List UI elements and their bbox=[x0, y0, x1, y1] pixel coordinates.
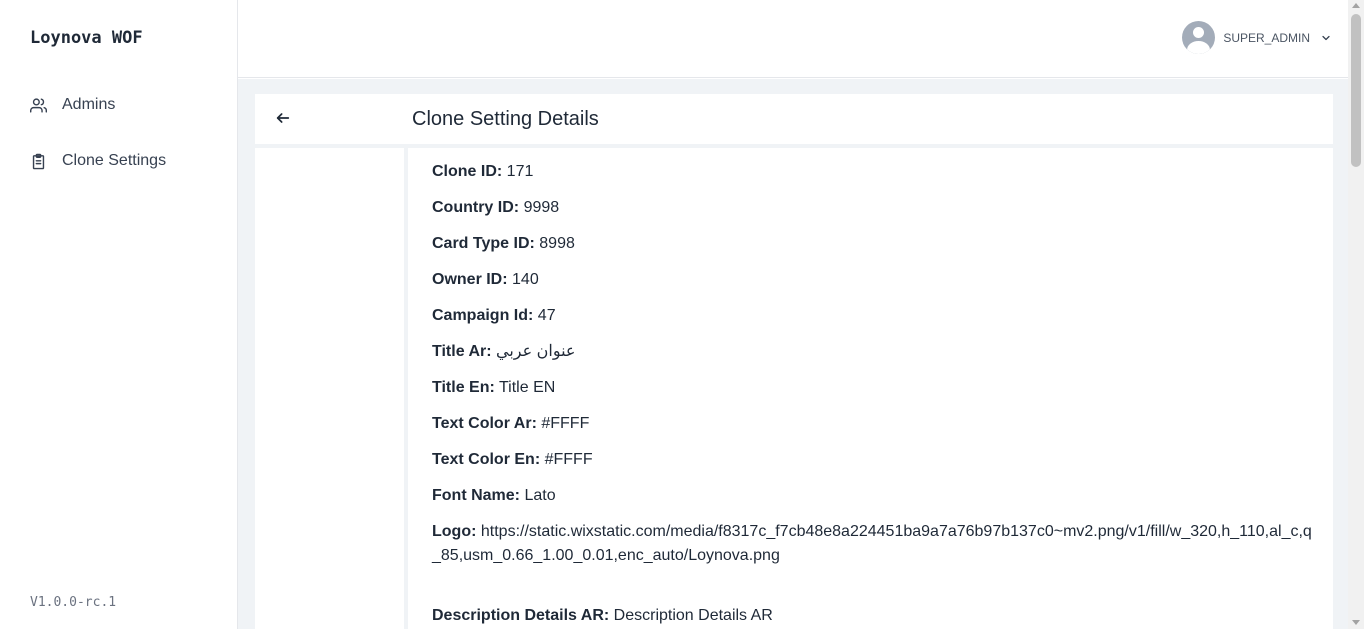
chevron-down-icon bbox=[1322, 35, 1330, 40]
sidebar-item-clone-settings[interactable]: Clone Settings bbox=[30, 152, 166, 170]
app-brand: Loynova WOF bbox=[30, 28, 143, 48]
detail-logo: Logo: https://static.wixstatic.com/media… bbox=[432, 523, 1312, 564]
app-version: V1.0.0-rc.1 bbox=[30, 595, 117, 610]
detail-clone-id: Clone ID: 171 bbox=[432, 163, 534, 180]
detail-description-ar: Description Details AR: Description Deta… bbox=[432, 607, 773, 624]
main-content: Clone Setting Details Clone ID: 171 Coun… bbox=[238, 79, 1348, 629]
sidebar-item-admins[interactable]: Admins bbox=[30, 96, 115, 114]
scroll-down-arrow-icon[interactable] bbox=[1352, 620, 1360, 625]
detail-text-color-ar: Text Color Ar: #FFFF bbox=[432, 415, 590, 432]
detail-owner-id: Owner ID: 140 bbox=[432, 271, 539, 288]
detail-country-id: Country ID: 9998 bbox=[432, 199, 560, 216]
page-scrollbar[interactable] bbox=[1348, 0, 1364, 629]
detail-campaign-id: Campaign Id: 47 bbox=[432, 307, 556, 324]
detail-title-en: Title En: Title EN bbox=[432, 379, 556, 396]
scroll-up-arrow-icon[interactable] bbox=[1352, 3, 1360, 8]
page-title: Clone Setting Details bbox=[412, 108, 599, 130]
detail-card-type-id: Card Type ID: 8998 bbox=[432, 235, 575, 252]
sidebar: Loynova WOF Admins Clone Settings V1.0.0… bbox=[0, 0, 238, 629]
side-panel bbox=[255, 148, 404, 629]
details-card: Clone ID: 171 Country ID: 9998 Card Type… bbox=[408, 148, 1333, 629]
detail-title-ar: Title Ar: عنوان عربي bbox=[432, 343, 576, 360]
back-arrow-icon[interactable] bbox=[275, 110, 291, 126]
detail-font-name: Font Name: Lato bbox=[432, 487, 556, 504]
sidebar-item-label: Clone Settings bbox=[62, 152, 167, 169]
avatar bbox=[1182, 21, 1216, 54]
page-header-card: Clone Setting Details bbox=[255, 94, 1333, 144]
user-menu[interactable]: SUPER_ADMIN bbox=[1182, 21, 1332, 54]
clipboard-icon bbox=[32, 153, 45, 169]
top-header: SUPER_ADMIN bbox=[238, 0, 1348, 78]
user-name: SUPER_ADMIN bbox=[1223, 30, 1310, 45]
sidebar-item-label: Admins bbox=[62, 96, 116, 113]
detail-text-color-en: Text Color En: #FFFF bbox=[432, 451, 593, 468]
scroll-thumb[interactable] bbox=[1351, 14, 1361, 167]
users-icon bbox=[30, 97, 47, 113]
